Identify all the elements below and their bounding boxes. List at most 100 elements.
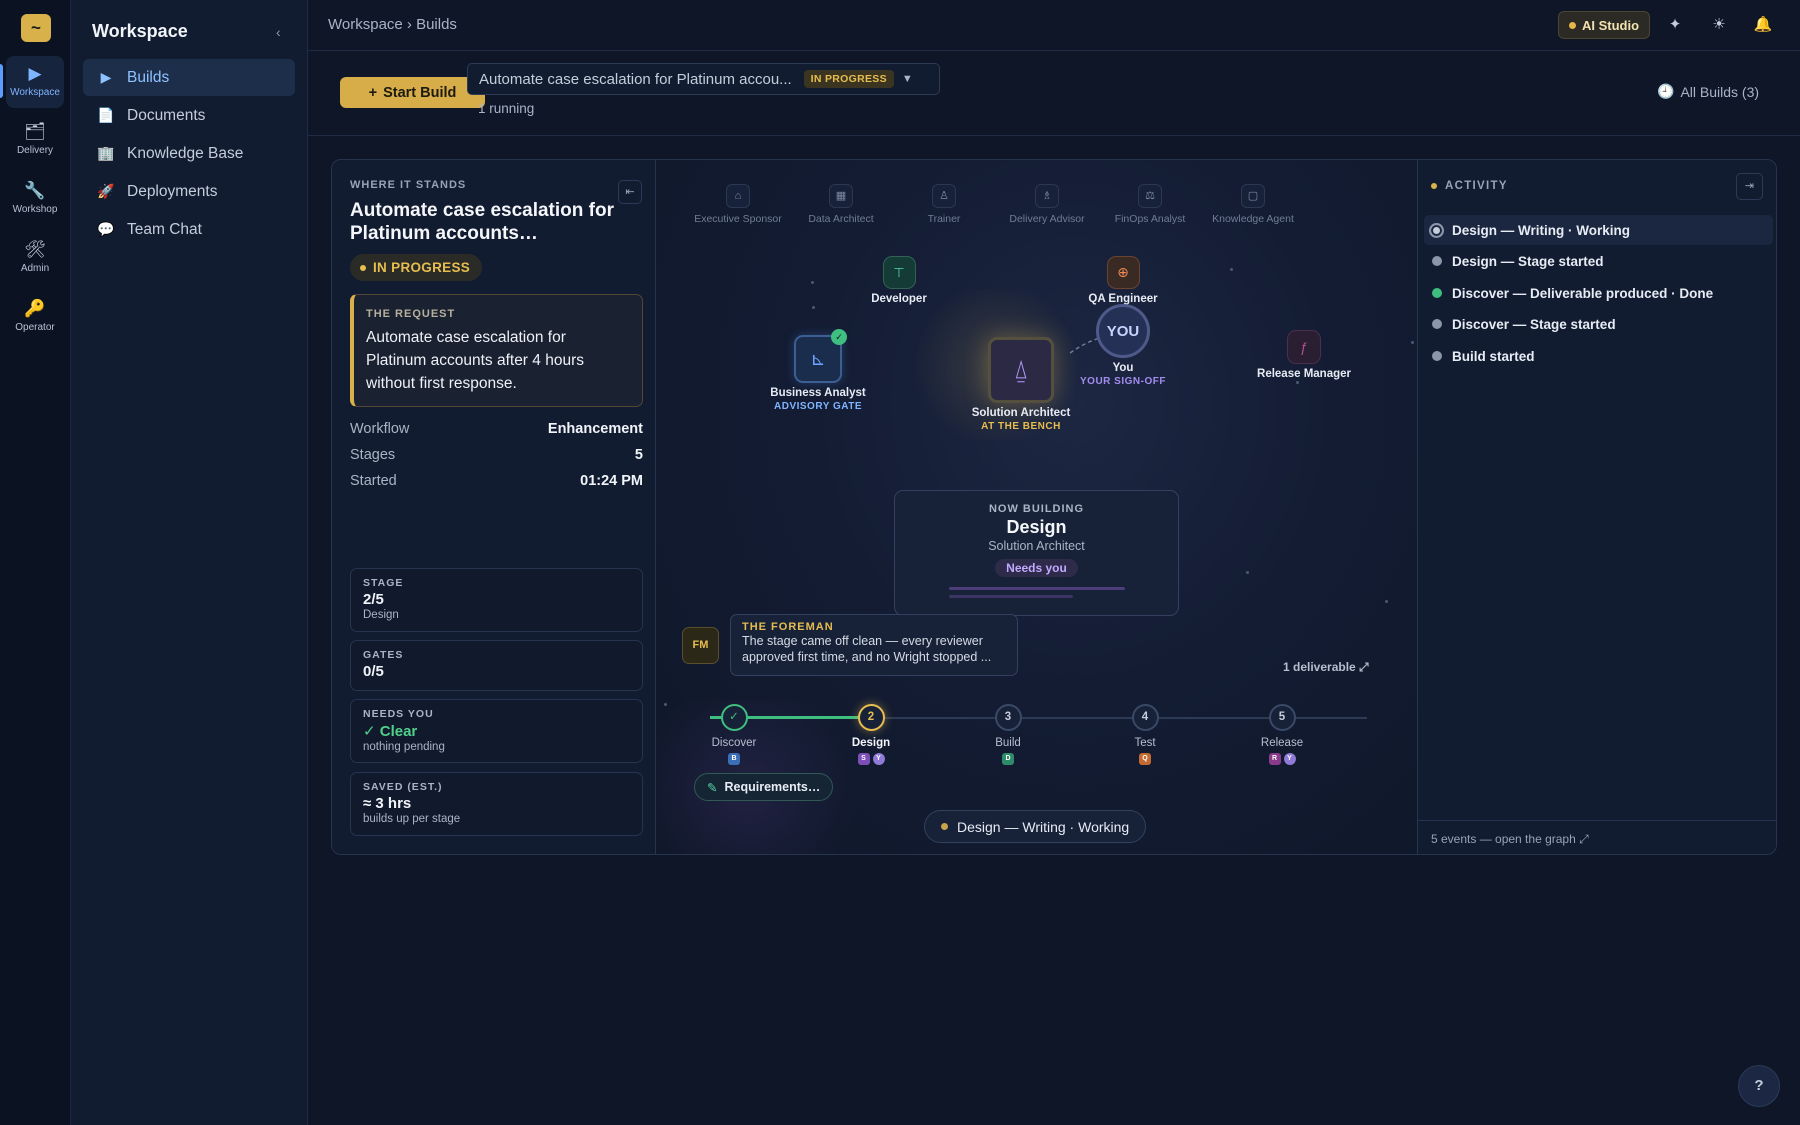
- meta-value: 01:24 PM: [580, 473, 643, 489]
- agent-chip: B: [728, 753, 740, 765]
- stat-key: STAGE: [363, 577, 404, 589]
- rail-label: Admin: [20, 263, 50, 274]
- help-button[interactable]: ?: [1738, 1065, 1780, 1107]
- meta-value: 5: [634, 447, 643, 463]
- agent-chip: D: [1002, 753, 1014, 765]
- rail-label: Workspace: [10, 87, 60, 98]
- request-label: THE REQUEST: [366, 308, 456, 320]
- deliverable-link[interactable]: 1 deliverable ⤢: [1283, 660, 1369, 675]
- stage-number: 2: [857, 704, 885, 731]
- agent-solution-architect[interactable]: ⍙ Solution Architect AT THE BENCH: [956, 337, 1086, 432]
- sidebar-item-knowledge-base[interactable]: 🏢 Knowledge Base: [83, 135, 295, 172]
- agent-role-sub: YOUR SIGN-OFF: [1080, 376, 1166, 387]
- activity-panel: ACTIVITY ⇥ Design — Writing · Working De…: [1417, 160, 1776, 854]
- progress-line: [949, 587, 1125, 590]
- sidebar-item-builds[interactable]: ▶ Builds: [83, 59, 295, 96]
- collapse-sidebar-icon[interactable]: ‹: [276, 24, 281, 40]
- stage-discover[interactable]: ✓ Discover B: [694, 704, 774, 765]
- activity-item[interactable]: Discover — Stage started: [1424, 309, 1773, 339]
- meta-row-stages: Stages 5: [350, 447, 643, 463]
- top-bar: Workspace › Builds AI Studio ✦ ☀ 🔔: [308, 0, 1800, 51]
- rail-item-delivery[interactable]: 🗂 Delivery: [6, 114, 64, 166]
- breadcrumb[interactable]: Workspace › Builds: [328, 16, 457, 33]
- requirements-deliverable-button[interactable]: ✎ Requirements…: [694, 773, 834, 801]
- compass-icon: ⍙: [988, 337, 1054, 403]
- sparkle-icon[interactable]: ✦: [1664, 14, 1686, 36]
- agent-canvas: ⌂ Executive Sponsor ▦ Data Architect ♙ T…: [656, 160, 1417, 854]
- stat-sub: Design: [363, 609, 399, 621]
- rail-item-workspace[interactable]: ▶ Workspace: [6, 56, 64, 108]
- agent-label: Solution Architect: [971, 407, 1071, 419]
- activity-title: ACTIVITY: [1445, 180, 1508, 192]
- chevron-down-icon: ▼: [901, 73, 913, 85]
- play-icon: ▶: [28, 64, 42, 83]
- icon-rail: ~ ▶ Workspace 🗂 Delivery 🔧 Workshop 🛠 Ad…: [0, 0, 71, 1125]
- ai-studio-label: AI Studio: [1582, 17, 1640, 33]
- sidebar-item-label: Documents: [127, 106, 206, 124]
- sidebar-item-documents[interactable]: 📄 Documents: [83, 97, 295, 134]
- status-badge: IN PROGRESS: [803, 70, 894, 88]
- meta-value: Enhancement: [547, 421, 643, 437]
- current-event-icon: [1429, 222, 1444, 238]
- build-bar: + Start Build Automate case escalation f…: [308, 51, 1800, 136]
- rail-item-operator[interactable]: 🔑 Operator: [6, 291, 64, 343]
- sidebar: Workspace ‹ ▶ Builds 📄 Documents 🏢 Knowl…: [71, 0, 308, 1125]
- activity-item[interactable]: Design — Writing · Working: [1424, 215, 1773, 245]
- activity-footer-link[interactable]: 5 events — open the graph ⤢: [1418, 820, 1776, 854]
- foreman-title: THE FOREMAN: [742, 621, 834, 633]
- now-building-agent: Solution Architect: [988, 539, 1085, 553]
- rail-item-admin[interactable]: 🛠 Admin: [6, 232, 64, 284]
- now-building-card[interactable]: NOW BUILDING Design Solution Architect N…: [894, 490, 1179, 616]
- current-status-pill[interactable]: Design — Writing · Working: [924, 810, 1147, 843]
- activity-item[interactable]: Design — Stage started: [1424, 246, 1773, 276]
- pencil-icon: ✎: [707, 780, 718, 795]
- sidebar-item-deployments[interactable]: 🚀 Deployments: [83, 173, 295, 210]
- requirements-label: Requirements…: [724, 780, 821, 794]
- stage-check-icon: ✓: [720, 704, 748, 731]
- request-box: THE REQUEST Automate case escalation for…: [350, 294, 643, 407]
- activity-header: ACTIVITY: [1431, 180, 1508, 192]
- activity-item[interactable]: Build started: [1424, 341, 1773, 371]
- agent-label: Business Analyst: [770, 387, 866, 399]
- sidebar-item-team-chat[interactable]: 💬 Team Chat: [83, 211, 295, 248]
- status-dot-icon: [1569, 21, 1576, 29]
- agent-developer[interactable]: ⊤ Developer: [859, 256, 939, 305]
- event-dot-icon: [1432, 351, 1442, 361]
- plus-icon: +: [368, 84, 378, 101]
- agent-chip: Q: [1139, 753, 1151, 765]
- agent-business-analyst[interactable]: ⊾ ✓ Business Analyst ADVISORY GATE: [768, 329, 868, 412]
- rail-active-indicator: [0, 64, 3, 98]
- ai-studio-button[interactable]: AI Studio: [1558, 11, 1651, 39]
- stage-build[interactable]: 3 Build D: [968, 704, 1048, 765]
- sidebar-title: Workspace: [92, 21, 188, 41]
- agent-label: You: [1112, 362, 1134, 374]
- stage-number: 4: [1131, 704, 1159, 731]
- stage-design[interactable]: 2 Design S Y: [831, 704, 911, 765]
- stage-number: 3: [994, 704, 1022, 731]
- stage-release[interactable]: 5 Release R Y: [1242, 704, 1322, 765]
- now-building-stage: Design: [1006, 517, 1067, 537]
- start-build-button[interactable]: + Start Build: [340, 77, 485, 108]
- activity-item[interactable]: Discover — Deliverable produced · Done: [1424, 278, 1773, 308]
- key-icon: 🔑: [24, 299, 46, 318]
- stage-number: 5: [1268, 704, 1296, 731]
- agent-you[interactable]: YOU You YOUR SIGN-OFF: [1077, 304, 1169, 387]
- stage-test[interactable]: 4 Test Q: [1105, 704, 1185, 765]
- stat-value: ✓ Clear: [363, 723, 418, 740]
- agent-release-manager[interactable]: ƒ Release Manager: [1254, 330, 1354, 380]
- agent-qa-engineer[interactable]: ⊕ QA Engineer: [1083, 256, 1163, 305]
- build-selector[interactable]: Automate case escalation for Platinum ac…: [467, 63, 940, 95]
- saved-stat-card: SAVED (EST.) ≈ 3 hrs builds up per stage: [350, 772, 643, 836]
- agent-chip: Y: [872, 753, 885, 765]
- tools-icon: 🛠: [24, 240, 46, 259]
- foreman-message[interactable]: THE FOREMAN The stage came off clean — e…: [730, 614, 1018, 676]
- theme-toggle-icon[interactable]: ☀: [1708, 14, 1730, 36]
- wrench-icon: 🔧: [24, 181, 46, 200]
- document-icon: 📄: [97, 107, 115, 123]
- app-logo[interactable]: ~: [21, 14, 51, 42]
- collapse-activity-icon[interactable]: ⇥: [1736, 173, 1763, 200]
- agent-chip: R: [1268, 753, 1281, 765]
- all-builds-link[interactable]: 🕘 All Builds (3): [1657, 83, 1759, 100]
- bell-icon[interactable]: 🔔: [1752, 14, 1774, 36]
- rail-item-workshop[interactable]: 🔧 Workshop: [6, 173, 64, 225]
